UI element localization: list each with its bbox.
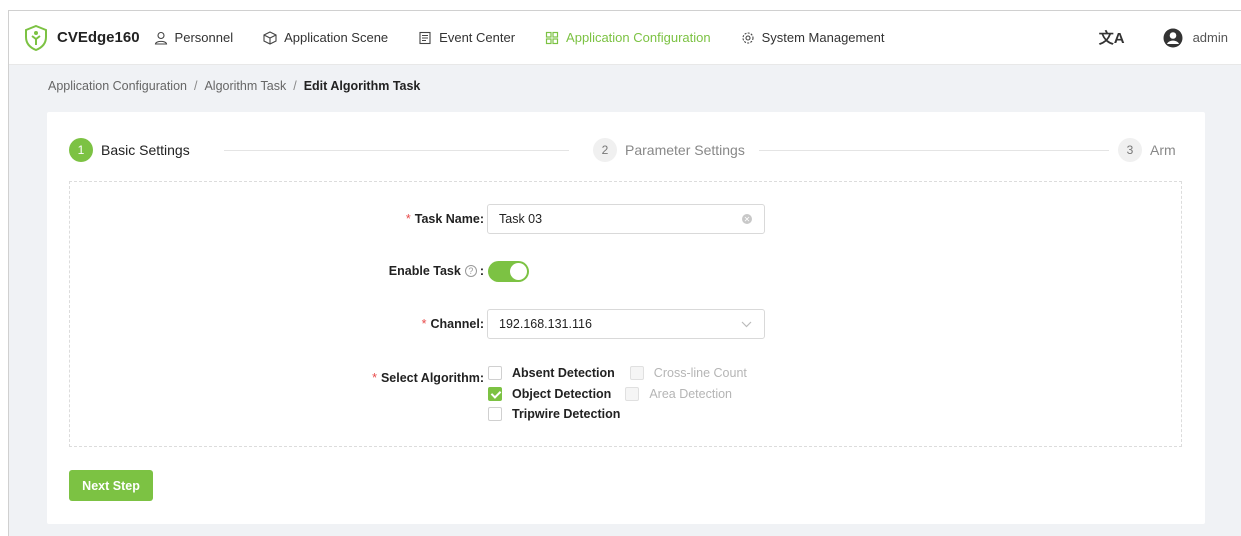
- next-step-button[interactable]: Next Step: [69, 470, 153, 501]
- basic-settings-form: * Task Name: Task 03 ✕ Enable Task ?: * …: [69, 181, 1182, 447]
- brand[interactable]: CVEdge160: [25, 24, 140, 51]
- select-value: 192.168.131.116: [499, 317, 592, 331]
- checkbox-absent-detection[interactable]: Absent Detection: [488, 366, 615, 381]
- channel-select[interactable]: 192.168.131.116: [487, 309, 765, 339]
- step-number: 3: [1118, 138, 1142, 162]
- shield-logo-icon: [25, 24, 47, 51]
- checkbox-cross-line-count: Cross-line Count: [629, 366, 747, 381]
- person-icon: [154, 31, 167, 45]
- checkbox-area-detection: Area Detection: [625, 386, 733, 401]
- checkbox-object-detection[interactable]: Object Detection: [488, 386, 612, 401]
- nav-label: Event Center: [439, 30, 516, 45]
- cube-icon: [263, 30, 277, 45]
- grid-icon: [545, 31, 559, 44]
- step-label: Basic Settings: [101, 142, 190, 158]
- checkbox-box: [629, 366, 644, 381]
- user-menu[interactable]: admin: [1163, 28, 1228, 48]
- task-name-input[interactable]: Task 03 ✕: [487, 204, 765, 234]
- nav-label: Personnel: [174, 30, 234, 45]
- enable-task-toggle[interactable]: [488, 261, 529, 282]
- step-number: 2: [593, 138, 617, 162]
- nav-label: Application Scene: [284, 30, 389, 45]
- checkbox-box[interactable]: [488, 366, 502, 381]
- app-frame: CVEdge160 Personnel Application Scene Ev…: [8, 10, 1241, 536]
- step-connector: [759, 150, 1109, 151]
- checkbox-label: Object Detection: [512, 386, 612, 401]
- user-avatar-icon: [1163, 28, 1183, 47]
- label-text: Enable Task: [388, 264, 461, 278]
- steps-bar: 1 Basic Settings 2 Parameter Settings 3 …: [69, 138, 1185, 164]
- breadcrumb-separator: /: [193, 79, 198, 93]
- checkbox-box[interactable]: [488, 386, 502, 401]
- breadcrumb-item[interactable]: Algorithm Task: [204, 79, 286, 93]
- step-parameter-settings: 2 Parameter Settings: [593, 138, 745, 162]
- required-mark: *: [405, 212, 411, 226]
- label-text: Channel: [430, 317, 480, 331]
- input-value: Task 03: [499, 212, 543, 226]
- step-arm: 3 Arm: [1118, 138, 1176, 162]
- step-label: Parameter Settings: [625, 142, 745, 158]
- chevron-down-icon: [741, 317, 752, 331]
- help-icon[interactable]: ?: [464, 265, 477, 277]
- checkbox-tripwire-detection[interactable]: Tripwire Detection: [488, 407, 621, 422]
- checkbox-label: Absent Detection: [512, 366, 615, 381]
- algorithm-checkbox-group: Absent Detection Cross-line Count Object…: [488, 363, 747, 425]
- step-basic-settings: 1 Basic Settings: [69, 138, 190, 162]
- nav-label: System Management: [761, 30, 885, 45]
- checkbox-box[interactable]: [488, 407, 502, 422]
- checkbox-label: Area Detection: [649, 386, 733, 401]
- breadcrumb-current: Edit Algorithm Task: [303, 79, 421, 93]
- nav-item-event-center[interactable]: Event Center: [418, 30, 515, 45]
- nav-right: 文A admin: [1099, 27, 1228, 48]
- enable-task-label: Enable Task ?:: [388, 264, 484, 278]
- brand-name: CVEdge160: [57, 29, 140, 46]
- breadcrumb: Application Configuration / Algorithm Ta…: [48, 79, 420, 93]
- checkbox-label: Tripwire Detection: [512, 407, 621, 422]
- gear-icon: [742, 31, 754, 44]
- toggle-knob: [510, 263, 527, 280]
- checkbox-label: Cross-line Count: [653, 366, 747, 381]
- step-number: 1: [69, 138, 93, 162]
- nav-item-application-configuration[interactable]: Application Configuration: [545, 30, 711, 45]
- clear-icon[interactable]: ✕: [742, 214, 752, 224]
- algorithm-row: * Select Algorithm: Absent Detection Cro…: [70, 363, 1181, 427]
- task-name-label: * Task Name:: [405, 212, 484, 226]
- enable-task-row: Enable Task ?:: [70, 261, 1181, 283]
- checkbox-box: [625, 386, 640, 401]
- required-mark: *: [421, 317, 427, 331]
- channel-label: * Channel:: [421, 317, 484, 331]
- label-text: Task Name: [414, 212, 480, 226]
- step-connector: [224, 150, 569, 151]
- step-label: Arm: [1150, 142, 1176, 158]
- top-nav: CVEdge160 Personnel Application Scene Ev…: [9, 11, 1241, 65]
- translate-icon[interactable]: 文A: [1099, 27, 1125, 48]
- channel-row: * Channel: 192.168.131.116: [70, 309, 1181, 339]
- edit-task-card: 1 Basic Settings 2 Parameter Settings 3 …: [47, 112, 1205, 524]
- algorithm-label: * Select Algorithm:: [372, 371, 484, 385]
- label-text: Select Algorithm: [380, 371, 480, 385]
- required-mark: *: [372, 371, 377, 385]
- nav-item-system-management[interactable]: System Management: [741, 30, 885, 45]
- task-name-row: * Task Name: Task 03 ✕: [70, 204, 1181, 234]
- breadcrumb-separator: /: [293, 79, 297, 93]
- username: admin: [1192, 30, 1228, 45]
- document-icon: [419, 31, 431, 44]
- nav-item-personnel[interactable]: Personnel: [154, 30, 234, 45]
- nav-item-application-scene[interactable]: Application Scene: [263, 30, 388, 45]
- breadcrumb-item[interactable]: Application Configuration: [48, 79, 187, 93]
- nav-label: Application Configuration: [566, 30, 711, 45]
